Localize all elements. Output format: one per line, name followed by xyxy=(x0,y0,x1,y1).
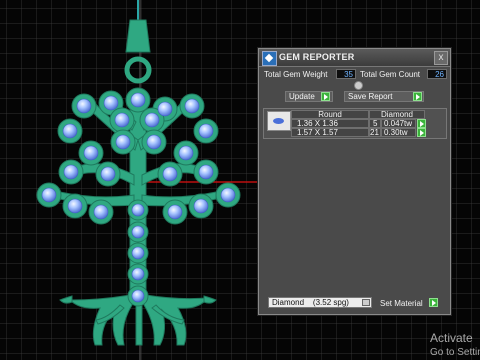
windows-activate-watermark: Activate xyxy=(430,331,473,345)
chevron-down-icon[interactable] xyxy=(362,299,370,306)
total-gem-count-label: Total Gem Count xyxy=(360,70,421,79)
bail xyxy=(125,19,151,53)
update-go-button[interactable] xyxy=(321,92,330,101)
save-report-button[interactable]: Save Report xyxy=(344,91,424,102)
total-gem-count-value: 26 xyxy=(427,69,447,79)
row-2-weight: 0.30tw xyxy=(384,128,408,137)
collapse-toggle[interactable] xyxy=(354,81,363,90)
row-2-size: 1.57 X 1.57 xyxy=(297,128,338,137)
panel-title: GEM REPORTER xyxy=(279,52,355,62)
header-material: Diamond xyxy=(380,110,413,119)
row-1-count: 5 xyxy=(373,119,378,128)
panel-titlebar[interactable]: GEM REPORTER x xyxy=(259,49,450,67)
row-1-size: 1.36 X 1.36 xyxy=(297,119,338,128)
row-2-select-button[interactable] xyxy=(417,128,426,137)
update-label: Update xyxy=(289,92,315,101)
total-gem-weight-label: Total Gem Weight xyxy=(264,70,328,79)
gem-table: Round Diamond 1.36 X 1.36 5 0.047tw 1.57… xyxy=(263,108,447,139)
set-material-label: Set Material xyxy=(380,299,423,308)
set-material-button[interactable] xyxy=(429,298,438,307)
row-1-weight: 0.047tw xyxy=(384,119,413,128)
save-report-go-button[interactable] xyxy=(413,92,422,101)
material-select-value: Diamond (3.52 spg) xyxy=(272,298,349,307)
windows-activate-hint: Go to Settin xyxy=(430,347,480,358)
gem-reporter-panel: GEM REPORTER x Total Gem Weight 35 Total… xyxy=(258,48,451,315)
row-1-select-button[interactable] xyxy=(417,119,426,128)
gem-thumbnail-icon[interactable] xyxy=(267,111,291,131)
gem-reporter-icon xyxy=(262,51,277,66)
total-gem-weight-value: 35 xyxy=(336,69,356,79)
save-report-label: Save Report xyxy=(348,92,393,101)
row-2-count: 21 xyxy=(370,128,379,137)
header-shape: Round xyxy=(318,110,342,119)
close-icon[interactable]: x xyxy=(434,51,448,65)
material-select[interactable]: Diamond (3.52 spg) xyxy=(268,297,372,308)
